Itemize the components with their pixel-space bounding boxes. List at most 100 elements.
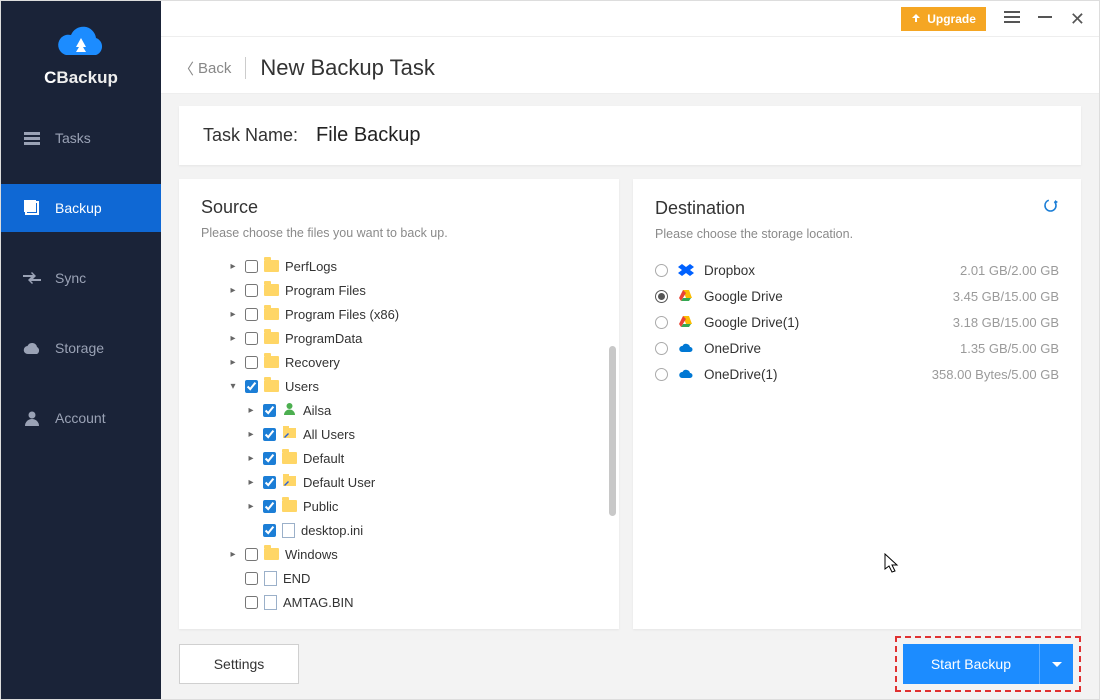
destination-option[interactable]: Dropbox2.01 GB/2.00 GB — [655, 257, 1059, 283]
tree-checkbox[interactable] — [245, 260, 258, 273]
gdrive-icon — [678, 288, 694, 304]
sidebar-nav: Tasks Backup Sync Storage Account — [1, 114, 161, 464]
upgrade-button[interactable]: Upgrade — [901, 7, 986, 31]
title-bar: Upgrade ✕ — [161, 1, 1099, 37]
expand-toggle-icon[interactable]: ▾ — [227, 381, 239, 392]
close-button[interactable]: ✕ — [1070, 10, 1085, 28]
expand-toggle-icon[interactable]: ▸ — [245, 405, 257, 416]
destination-title: Destination — [655, 198, 745, 219]
tasks-icon — [23, 129, 41, 147]
tree-row[interactable]: ▸PerfLogs — [197, 254, 595, 278]
tree-row[interactable]: AMTAG.BIN — [197, 590, 595, 614]
destination-name: OneDrive — [704, 341, 761, 356]
tree-row[interactable]: ▸Default User — [197, 470, 595, 494]
sidebar-item-account[interactable]: Account — [1, 394, 161, 442]
expand-toggle-icon[interactable]: ▸ — [245, 429, 257, 440]
app-logo: CBackup — [1, 1, 161, 114]
tree-row[interactable]: ▸Ailsa — [197, 398, 595, 422]
back-button[interactable]: 〈 Back — [179, 58, 231, 79]
destination-option[interactable]: Google Drive(1)3.18 GB/15.00 GB — [655, 309, 1059, 335]
start-backup-dropdown[interactable] — [1039, 644, 1073, 684]
task-name-row: Task Name: File Backup — [179, 106, 1081, 165]
expand-toggle-icon[interactable]: ▸ — [245, 453, 257, 464]
tree-row[interactable]: ▾Users — [197, 374, 595, 398]
minimize-button[interactable] — [1038, 16, 1052, 18]
tree-checkbox[interactable] — [245, 380, 258, 393]
sidebar-item-backup[interactable]: Backup — [1, 184, 161, 232]
tree-checkbox[interactable] — [263, 404, 276, 417]
upload-icon — [911, 14, 921, 24]
tree-row[interactable]: ▸Recovery — [197, 350, 595, 374]
destination-size: 358.00 Bytes/5.00 GB — [932, 367, 1059, 382]
tree-row[interactable]: ▸ProgramData — [197, 326, 595, 350]
expand-toggle-icon[interactable]: ▸ — [227, 333, 239, 344]
tree-row[interactable]: ▸Default — [197, 446, 595, 470]
tree-checkbox[interactable] — [263, 428, 276, 441]
start-backup-label: Start Backup — [903, 656, 1039, 672]
tree-checkbox[interactable] — [245, 572, 258, 585]
shortcut-folder-icon — [282, 425, 297, 443]
destination-option[interactable]: OneDrive1.35 GB/5.00 GB — [655, 335, 1059, 361]
tree-item-label: AMTAG.BIN — [283, 595, 354, 610]
destination-radio[interactable] — [655, 290, 668, 303]
destination-option[interactable]: Google Drive3.45 GB/15.00 GB — [655, 283, 1059, 309]
destination-option[interactable]: OneDrive(1)358.00 Bytes/5.00 GB — [655, 361, 1059, 387]
tree-checkbox[interactable] — [245, 308, 258, 321]
expand-toggle-icon[interactable]: ▸ — [227, 357, 239, 368]
tree-checkbox[interactable] — [245, 548, 258, 561]
tree-checkbox[interactable] — [263, 452, 276, 465]
expand-toggle-icon[interactable]: ▸ — [245, 477, 257, 488]
destination-subtitle: Please choose the storage location. — [655, 227, 1059, 241]
destination-size: 3.18 GB/15.00 GB — [953, 315, 1059, 330]
tree-checkbox[interactable] — [245, 284, 258, 297]
storage-icon — [23, 339, 41, 357]
destination-radio[interactable] — [655, 342, 668, 355]
destination-radio[interactable] — [655, 368, 668, 381]
sidebar-item-sync[interactable]: Sync — [1, 254, 161, 302]
destination-radio[interactable] — [655, 264, 668, 277]
tree-item-label: Public — [303, 499, 338, 514]
destination-size: 2.01 GB/2.00 GB — [960, 263, 1059, 278]
sidebar-item-label: Backup — [55, 200, 102, 216]
gdrive-icon — [678, 314, 694, 330]
tree-checkbox[interactable] — [245, 332, 258, 345]
refresh-icon[interactable] — [1042, 197, 1059, 219]
scrollbar-thumb[interactable] — [609, 346, 616, 516]
source-panel: Source Please choose the files you want … — [179, 179, 619, 629]
tree-checkbox[interactable] — [263, 500, 276, 513]
tree-checkbox[interactable] — [245, 596, 258, 609]
expand-toggle-icon[interactable]: ▸ — [227, 285, 239, 296]
back-label: Back — [198, 60, 231, 77]
sidebar-item-label: Storage — [55, 340, 104, 356]
sidebar-item-label: Tasks — [55, 130, 91, 146]
tree-row[interactable]: ▸All Users — [197, 422, 595, 446]
tree-row[interactable]: ▸Windows — [197, 542, 595, 566]
destination-radio[interactable] — [655, 316, 668, 329]
tree-row[interactable]: END — [197, 566, 595, 590]
expand-toggle-icon[interactable]: ▸ — [227, 309, 239, 320]
destination-name: Google Drive — [704, 289, 783, 304]
tree-row[interactable]: desktop.ini — [197, 518, 595, 542]
tree-row[interactable]: ▸ Public — [197, 494, 595, 518]
start-backup-highlight: Start Backup — [895, 636, 1081, 692]
sidebar-item-storage[interactable]: Storage — [1, 324, 161, 372]
file-icon — [282, 523, 295, 538]
menu-icon[interactable] — [1004, 10, 1020, 28]
tree-checkbox[interactable] — [245, 356, 258, 369]
settings-button[interactable]: Settings — [179, 644, 299, 684]
expand-toggle-icon[interactable]: ▸ — [227, 261, 239, 272]
folder-icon — [282, 452, 297, 464]
expand-toggle-icon[interactable]: ▸ — [227, 549, 239, 560]
tree-checkbox[interactable] — [263, 524, 276, 537]
tree-row[interactable]: ▸Program Files — [197, 278, 595, 302]
destination-panel: Destination Please choose the storage lo… — [633, 179, 1081, 629]
start-backup-button[interactable]: Start Backup — [903, 644, 1073, 684]
tree-row[interactable]: ▸Program Files (x86) — [197, 302, 595, 326]
task-name-value[interactable]: File Backup — [316, 124, 421, 147]
expand-toggle-icon[interactable]: ▸ — [245, 501, 257, 512]
destination-list: Dropbox2.01 GB/2.00 GBGoogle Drive3.45 G… — [633, 247, 1081, 397]
sidebar-item-tasks[interactable]: Tasks — [1, 114, 161, 162]
folder-icon — [264, 308, 279, 320]
tree-checkbox[interactable] — [263, 476, 276, 489]
chevron-left-icon: 〈 — [179, 58, 194, 79]
